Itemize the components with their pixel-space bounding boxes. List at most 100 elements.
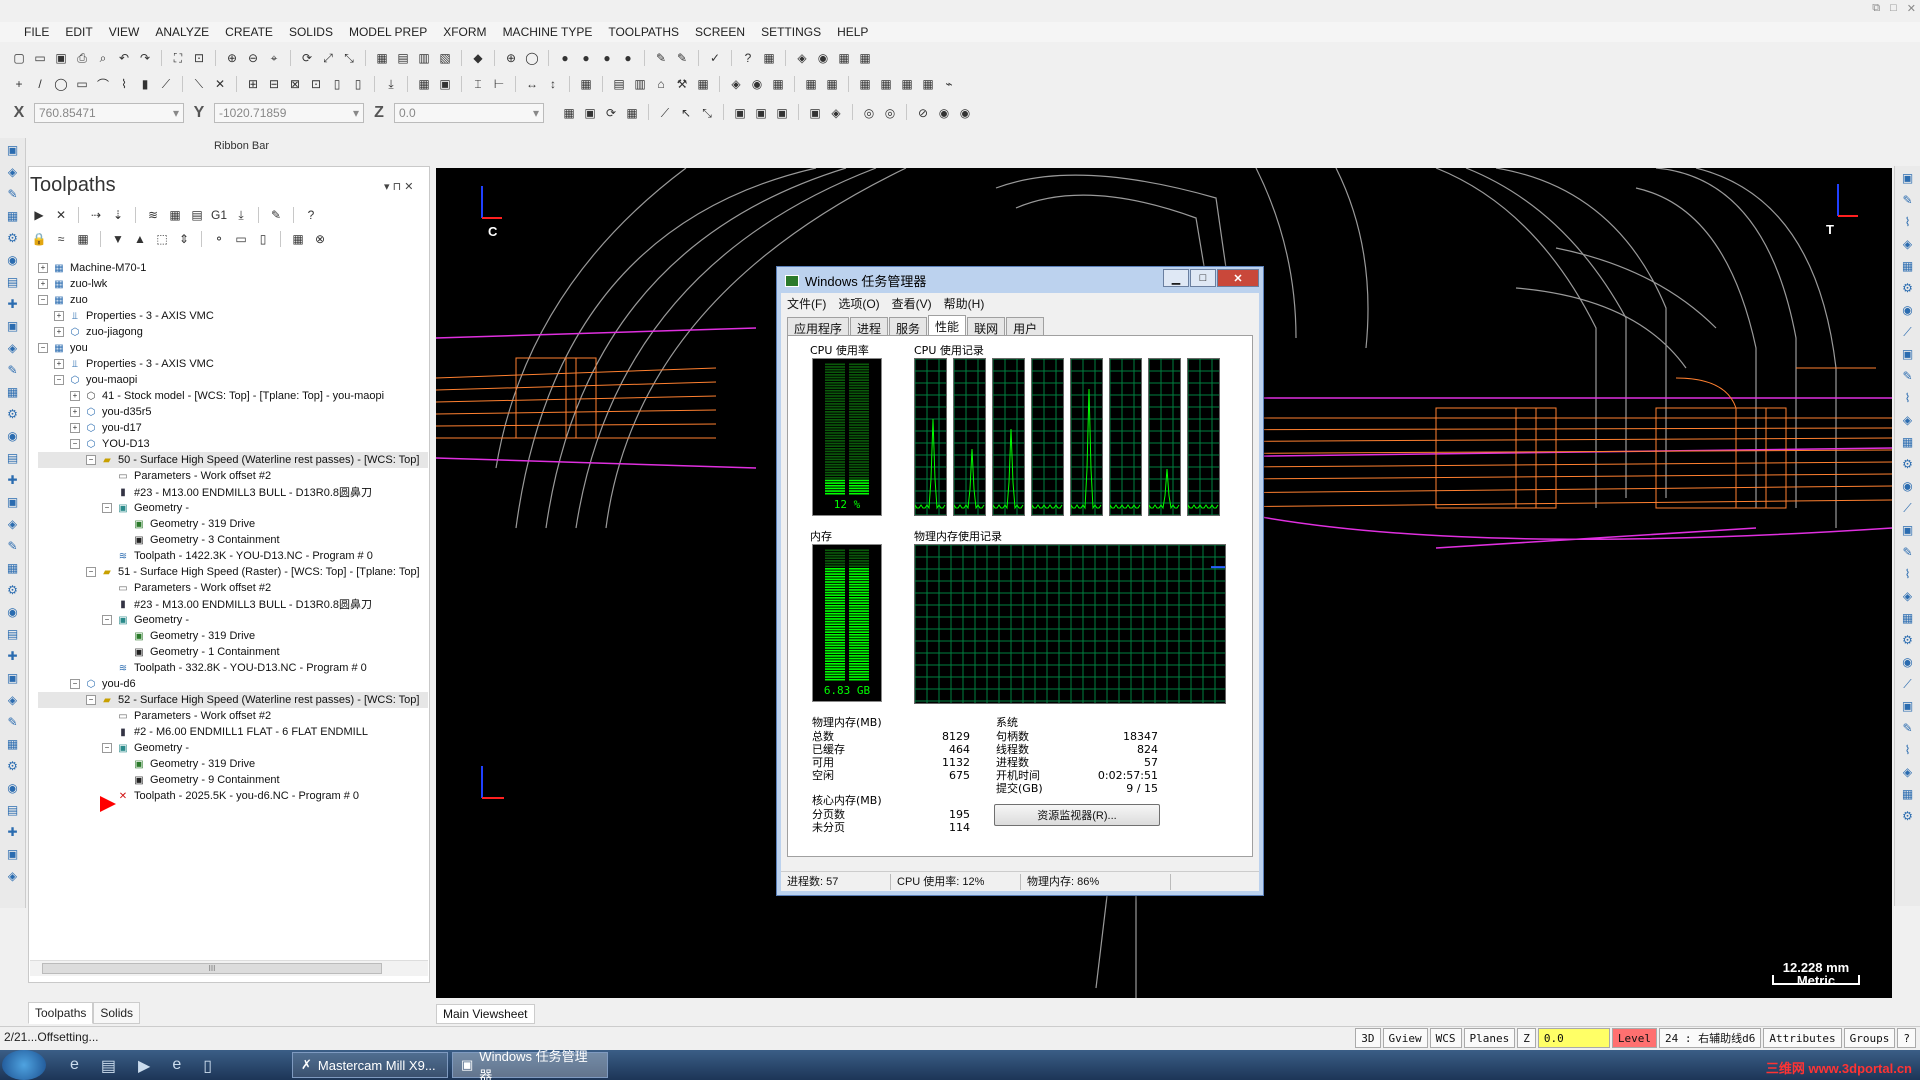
panel-tool-icon[interactable]: ⇢ [87,206,105,224]
restore-icon[interactable]: ⧉ [1872,2,1880,15]
toolbar-tool-icon[interactable]: ▦ [577,75,595,93]
toolbar-tool-icon[interactable]: ● [619,49,637,67]
toolbar-tool-icon[interactable]: ⊕ [502,49,520,67]
expand-toggle-icon[interactable]: − [86,567,96,577]
toolbar-tool-icon[interactable]: ⊟ [265,75,283,93]
side-tool-icon[interactable]: ▦ [5,560,21,576]
side-tool-icon[interactable]: ✎ [5,186,21,202]
tm-menu-item[interactable]: 选项(O) [838,295,879,312]
toolbar-tool-icon[interactable]: ⌇ [115,75,133,93]
toolbar-tool-icon[interactable]: ◈ [827,104,845,122]
side-tool-icon[interactable]: ⟋ [1900,676,1916,692]
side-tool-icon[interactable]: ✚ [5,648,21,664]
side-tool-icon[interactable]: ▣ [1900,170,1916,186]
toolbar-tool-icon[interactable]: ↖ [677,104,695,122]
menu-item-create[interactable]: CREATE [217,25,281,39]
panel-tool-icon[interactable]: ⊗ [311,230,329,248]
toolbar-tool-icon[interactable]: ⊞ [244,75,262,93]
panel-tool-icon[interactable]: ⇣ [109,206,127,224]
side-tool-icon[interactable]: ✎ [5,538,21,554]
maximize-icon[interactable]: □ [1890,2,1897,15]
toolbar-tool-icon[interactable]: ⎙ [73,49,91,67]
toolbar-tool-icon[interactable]: ⌒ [94,75,112,93]
side-tool-icon[interactable]: ▣ [1900,698,1916,714]
tree-node[interactable]: ▣ Geometry - 319 Drive [38,756,428,772]
status-cell-5[interactable]: 0.0 [1537,1028,1610,1048]
side-tool-icon[interactable]: ▣ [1900,346,1916,362]
panel-tool-icon[interactable]: ▲ [131,230,149,248]
side-tool-icon[interactable]: ▣ [5,318,21,334]
expand-toggle-icon[interactable]: + [54,359,64,369]
tree-node[interactable]: ≋ Toolpath - 1422.3K - YOU-D13.NC - Progr… [38,548,428,564]
side-tool-icon[interactable]: ✚ [5,472,21,488]
side-tool-icon[interactable]: ▣ [5,494,21,510]
toolbar-tool-icon[interactable]: ▭ [73,75,91,93]
toolbar-tool-icon[interactable]: ▦ [898,75,916,93]
tree-node[interactable]: ▣ Geometry - 1 Containment [38,644,428,660]
side-tool-icon[interactable]: ⚙ [5,230,21,246]
status-cell-4[interactable]: Z [1517,1028,1536,1048]
side-tool-icon[interactable]: ▦ [1900,258,1916,274]
toolbar-tool-icon[interactable]: ● [556,49,574,67]
toolbar-tool-icon[interactable]: ◉ [814,49,832,67]
panel-tool-icon[interactable]: ≈ [52,230,70,248]
tree-node[interactable]: − ▦ you [38,340,428,356]
taskbar-item-taskmgr[interactable]: ▣ Windows 任务管理器 [452,1049,608,1080]
toolbar-tool-icon[interactable]: ▦ [802,75,820,93]
expand-toggle-icon[interactable]: + [54,327,64,337]
side-tool-icon[interactable]: ⚙ [5,758,21,774]
side-tool-icon[interactable]: ◉ [5,428,21,444]
toolbar-tool-icon[interactable]: ▦ [623,104,641,122]
panel-tool-icon[interactable]: ▼ [109,230,127,248]
toolbar-tool-icon[interactable]: ◆ [469,49,487,67]
side-tool-icon[interactable]: ◉ [5,780,21,796]
panel-tool-icon[interactable]: ⤓ [232,206,250,224]
toolbar-tool-icon[interactable]: ↶ [115,49,133,67]
tree-node[interactable]: ▣ Geometry - 9 Containment [38,772,428,788]
toolbar-tool-icon[interactable]: ▣ [731,104,749,122]
tree-node[interactable]: − ⬡ YOU-D13 [38,436,428,452]
toolbar-tool-icon[interactable]: ◎ [881,104,899,122]
toolbar-tool-icon[interactable]: ▦ [877,75,895,93]
status-cell-8[interactable]: Attributes [1763,1028,1842,1048]
toolbar-tool-icon[interactable]: ↷ [136,49,154,67]
tree-node[interactable]: − ▰ 50 - Surface High Speed (Waterline res… [38,452,428,468]
expand-toggle-icon[interactable]: − [102,743,112,753]
side-tool-icon[interactable]: ⟋ [1900,324,1916,340]
panel-tool-icon[interactable]: ▤ [188,206,206,224]
status-cell-9[interactable]: Groups [1843,1028,1896,1048]
side-tool-icon[interactable]: ▤ [5,802,21,818]
side-tool-icon[interactable]: ◈ [1900,588,1916,604]
side-tool-icon[interactable]: ⚙ [1900,280,1916,296]
toolbar-tool-icon[interactable]: / [31,75,49,93]
y-coord-field[interactable]: -1020.71859 ▾ [214,103,364,123]
toolbar-tool-icon[interactable]: ▯ [328,75,346,93]
toolbar-tool-icon[interactable]: ⊡ [307,75,325,93]
side-tool-icon[interactable]: ◈ [1900,764,1916,780]
toolbar-tool-icon[interactable]: ⛶ [169,49,187,67]
toolbar-tool-icon[interactable]: ▦ [835,49,853,67]
tab-main-viewsheet[interactable]: Main Viewsheet [436,1004,535,1024]
start-button[interactable] [2,1050,46,1080]
toolbar-tool-icon[interactable]: ⊢ [490,75,508,93]
maximize-icon[interactable]: □ [1190,269,1216,287]
toolbar-tool-icon[interactable]: ✎ [652,49,670,67]
tab-toolpaths[interactable]: Toolpaths [28,1002,94,1024]
side-tool-icon[interactable]: ▤ [5,626,21,642]
side-tool-icon[interactable]: ⚙ [5,582,21,598]
tree-node[interactable]: + ▦ Machine-M70-1 [38,260,428,276]
expand-toggle-icon[interactable]: + [54,311,64,321]
side-tool-icon[interactable]: ▣ [5,670,21,686]
panel-tool-icon[interactable]: ? [302,206,320,224]
expand-toggle-icon[interactable]: − [54,375,64,385]
toolbar-tool-icon[interactable]: ▦ [919,75,937,93]
x-coord-field[interactable]: 760.85471 ▾ [34,103,184,123]
menu-item-xform[interactable]: XFORM [435,25,494,39]
close-icon[interactable]: ✕ [1907,2,1916,15]
tm-menu-item[interactable]: 文件(F) [787,295,826,312]
tree-node[interactable]: − ▣ Geometry - [38,740,428,756]
status-cell-7[interactable]: 24 : 右辅助线d6 [1659,1028,1762,1048]
minimize-icon[interactable]: ▁ [1163,269,1189,287]
toolbar-tool-icon[interactable]: ⤓ [382,75,400,93]
resource-monitor-button[interactable]: 资源监视器(R)... [994,804,1160,826]
